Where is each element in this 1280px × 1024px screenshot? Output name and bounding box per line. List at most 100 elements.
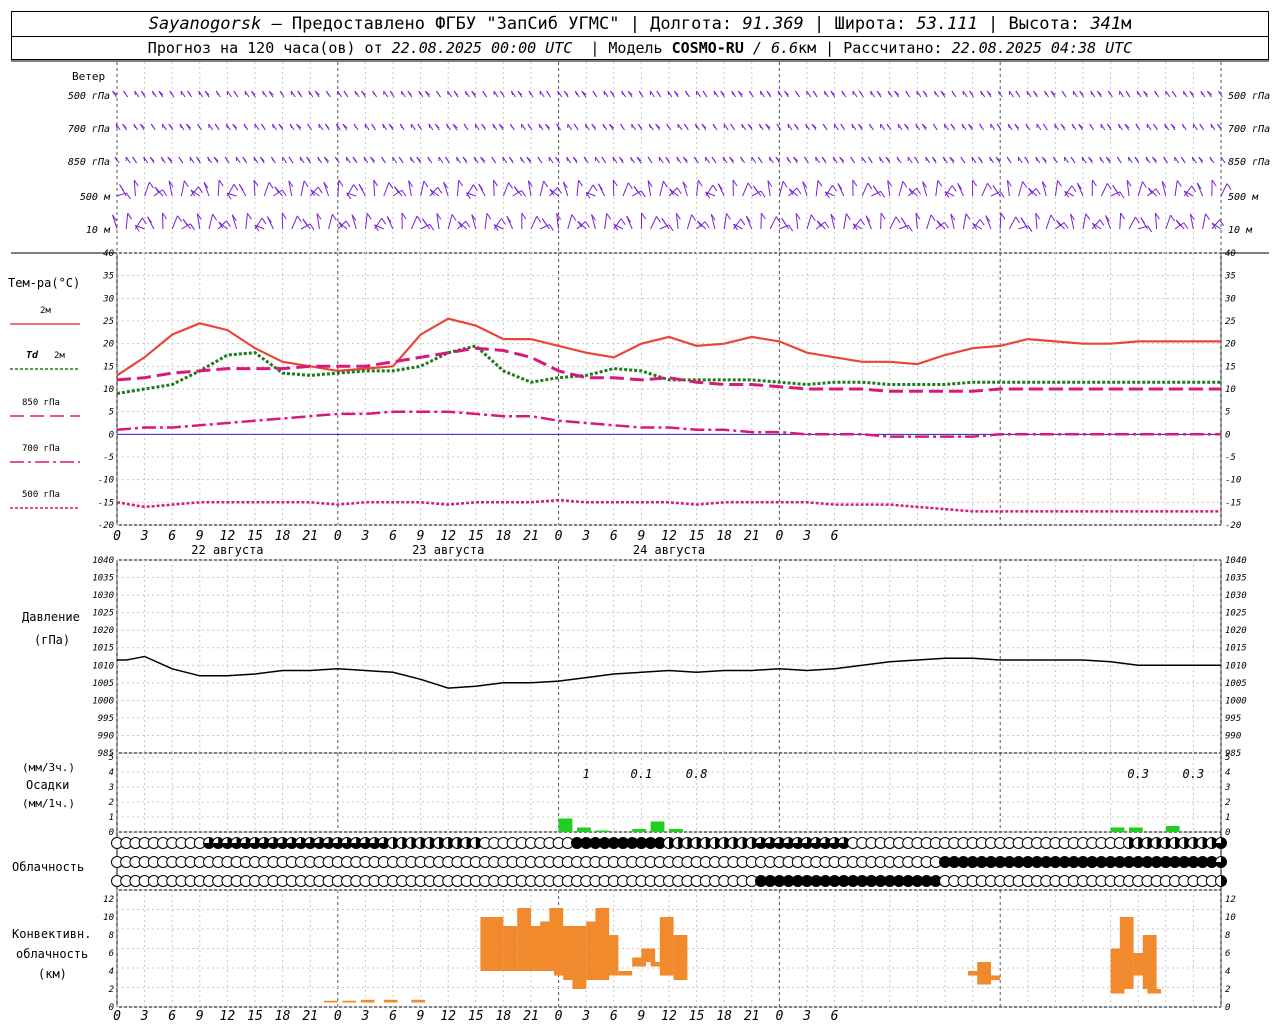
wind-barb-feather xyxy=(905,90,911,98)
wind-barb xyxy=(545,123,550,131)
wind-barb-feather xyxy=(1025,123,1031,131)
wind-barb xyxy=(597,183,606,197)
wind-barb xyxy=(328,213,337,230)
wind-barb xyxy=(915,212,921,230)
wind-barb xyxy=(259,156,265,164)
wind-barb-feather xyxy=(751,156,757,164)
wind-barb-feather xyxy=(1181,123,1187,131)
wind-barb-feather xyxy=(757,156,763,164)
wind-barb xyxy=(730,123,736,131)
temp-ytick-left: 40 xyxy=(103,249,114,259)
wind-barb-feather xyxy=(537,156,543,164)
cloud-cover-half xyxy=(1221,875,1227,887)
wind-barb xyxy=(1045,214,1056,230)
wind-barb-staff xyxy=(778,181,784,197)
day-label: 23 августа xyxy=(412,543,484,557)
hour-tick-label: 6 xyxy=(610,529,618,544)
precip-ytick-left: 4 xyxy=(109,768,114,778)
wind-barb xyxy=(894,90,900,98)
hour-tick-label: 12 xyxy=(440,1009,456,1024)
wind-barb-feather xyxy=(1079,90,1085,98)
wind-barb-feather xyxy=(841,90,847,98)
wind-barb xyxy=(711,156,717,164)
wind-barb xyxy=(1136,90,1142,98)
hour-tick-label: 6 xyxy=(168,529,176,544)
cloud-title: Облачность xyxy=(12,860,84,874)
wind-barb xyxy=(557,90,563,98)
pressure-ytick-left: 1005 xyxy=(92,679,114,689)
pressure-unit: (гПа) xyxy=(34,633,70,647)
wind-barb-feather xyxy=(190,223,195,231)
wind-barb-feather xyxy=(852,179,858,187)
wind-barb-feather xyxy=(262,90,267,98)
wind-barb xyxy=(950,123,956,131)
wind-barb xyxy=(346,192,357,200)
hour-tick-label: 21 xyxy=(523,529,539,544)
wind-barb-feather xyxy=(782,180,788,188)
wind-barb-staff xyxy=(180,180,185,197)
wind-barb-feather xyxy=(508,156,514,164)
wind-barb xyxy=(887,90,893,98)
pressure-ytick-left: 1035 xyxy=(92,574,114,584)
wind-barb-feather xyxy=(886,123,892,131)
wind-barb-feather xyxy=(592,90,598,98)
wind-barb-staff xyxy=(769,216,777,230)
wind-barb xyxy=(631,190,646,198)
wind-barb xyxy=(1174,180,1182,197)
wind-barb xyxy=(857,123,863,131)
wind-barb xyxy=(538,123,544,131)
conv-bar xyxy=(986,975,1001,980)
wind-barb-feather xyxy=(491,156,497,164)
wind-barb xyxy=(823,90,829,98)
wind-barb-staff xyxy=(328,214,333,230)
wind-barb xyxy=(512,190,527,197)
wind-barb-feather xyxy=(685,90,690,98)
temp-ytick-right: -20 xyxy=(1225,521,1241,531)
conv-title-3: (км) xyxy=(38,967,67,981)
wind-barb-feather xyxy=(288,156,294,164)
wind-barb-feather xyxy=(282,156,288,164)
wind-barb xyxy=(897,123,903,131)
wind-barb xyxy=(410,215,422,230)
wind-barb-feather xyxy=(1180,156,1186,164)
wind-barb xyxy=(867,156,873,164)
wind-barb-feather xyxy=(416,215,422,223)
wind-barb-staff xyxy=(456,180,460,197)
wind-barb xyxy=(254,224,265,232)
wind-barb xyxy=(931,156,937,164)
wind-barb-feather xyxy=(748,90,754,98)
wind-barb-feather xyxy=(187,90,192,98)
wind-barb xyxy=(528,90,534,98)
pressure-ytick-left: 1030 xyxy=(92,591,114,601)
wind-barb-staff xyxy=(171,215,179,230)
wind-barb xyxy=(758,123,764,131)
pressure-ytick-left: 1020 xyxy=(92,626,114,636)
temp-series-0 xyxy=(116,317,1221,377)
wind-barb xyxy=(932,123,938,131)
wind-barb xyxy=(962,90,968,98)
wind-barb xyxy=(751,156,757,164)
wind-barb-feather xyxy=(1107,90,1113,98)
wind-barb-feather xyxy=(969,90,974,98)
wind-barb-feather xyxy=(1050,214,1056,222)
conv-ytick-left: 0 xyxy=(109,1003,114,1013)
wind-barb xyxy=(474,123,480,131)
wind-barb xyxy=(1017,156,1023,164)
wind-barb xyxy=(323,156,329,164)
precip-amount-label: 0.1 xyxy=(631,767,653,781)
wind-barb xyxy=(757,156,763,164)
wind-barb xyxy=(364,213,372,230)
wind-barb-feather xyxy=(1147,225,1153,233)
wind-barb xyxy=(904,123,910,131)
wind-barb xyxy=(622,182,633,197)
wind-barb xyxy=(861,182,873,197)
wind-barb xyxy=(383,90,389,98)
wind-barb xyxy=(1191,156,1197,164)
pressure-title: Давление xyxy=(22,610,80,624)
precip-ytick-right: 1 xyxy=(1225,813,1230,823)
conv-ytick-right: 0 xyxy=(1225,1003,1230,1013)
wind-barb-feather xyxy=(666,123,672,131)
wind-barb xyxy=(916,90,922,98)
wind-barb xyxy=(203,182,210,197)
wind-barb-feather xyxy=(398,156,404,164)
